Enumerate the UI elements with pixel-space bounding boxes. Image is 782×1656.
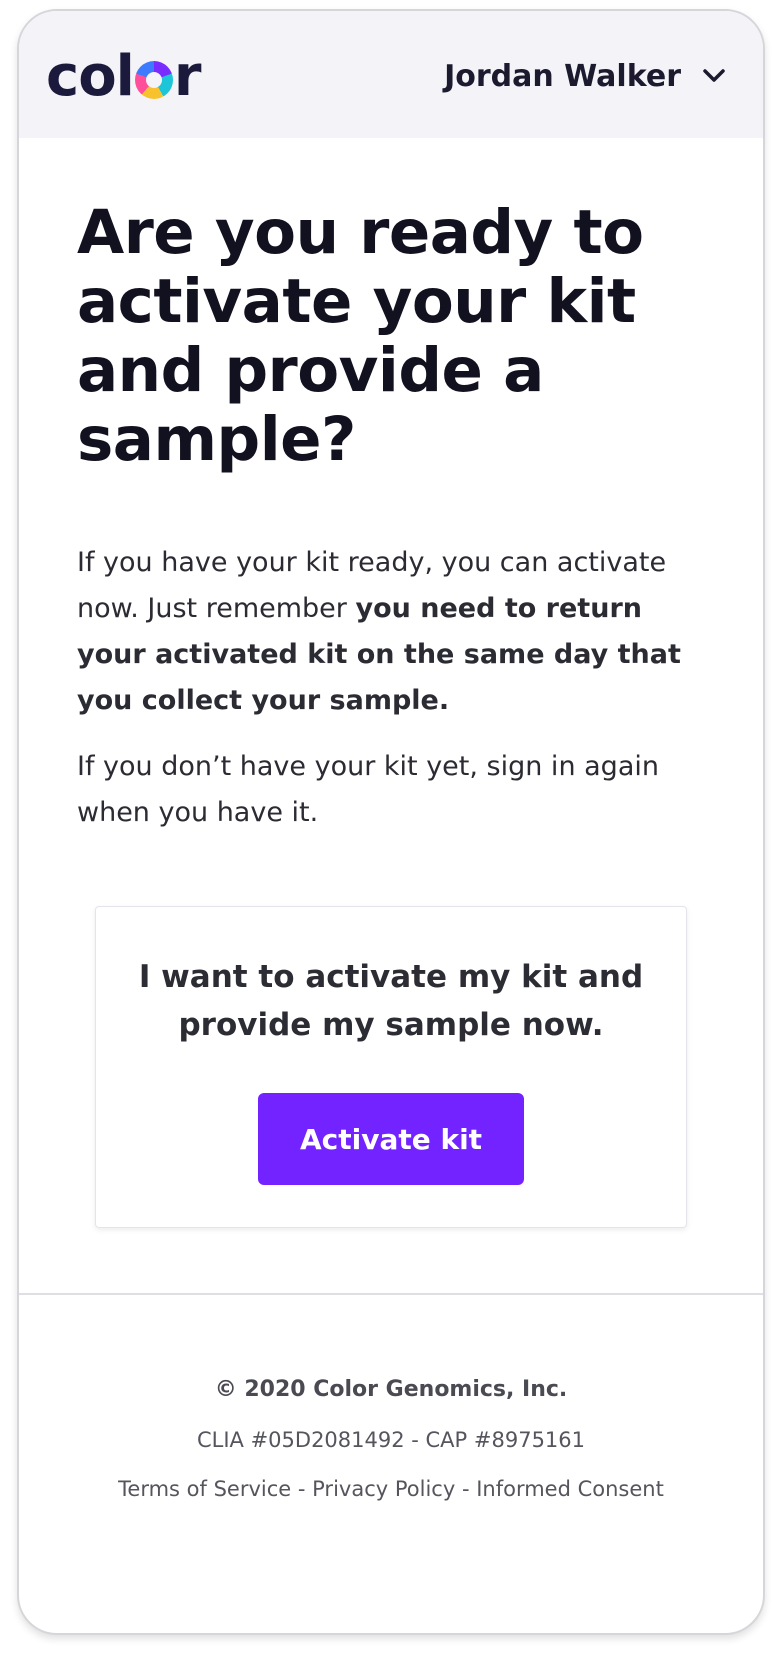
footer: © 2020 Color Genomics, Inc. CLIA #05D208… bbox=[19, 1295, 763, 1504]
privacy-policy-link[interactable]: Privacy Policy bbox=[312, 1477, 455, 1501]
activate-card: I want to activate my kit and provide my… bbox=[95, 906, 687, 1228]
logo-text-start: col bbox=[46, 44, 135, 109]
activate-kit-button[interactable]: Activate kit bbox=[258, 1093, 524, 1185]
logo-text-end: r bbox=[173, 44, 202, 109]
top-bar: col r Jordan Walker bbox=[19, 11, 763, 138]
user-name: Jordan Walker bbox=[444, 58, 681, 94]
main-content: Are you ready to activate your kit and p… bbox=[19, 138, 763, 1228]
certification-text: CLIA #05D2081492 - CAP #8975161 bbox=[196, 1428, 586, 1452]
chevron-down-icon bbox=[703, 69, 725, 82]
color-logo[interactable]: col r bbox=[46, 47, 201, 107]
app-frame: col r Jordan Walker Are you ready to acti… bbox=[17, 9, 765, 1635]
terms-of-service-link[interactable]: Terms of Service bbox=[118, 1477, 291, 1501]
link-separator: - bbox=[291, 1477, 313, 1501]
page-title: Are you ready to activate your kit and p… bbox=[77, 197, 644, 475]
no-kit-paragraph: If you don’t have your kit yet, sign in … bbox=[77, 751, 659, 828]
user-menu-button[interactable]: Jordan Walker bbox=[444, 51, 729, 101]
link-separator: - bbox=[455, 1477, 477, 1501]
copyright-text: © 2020 Color Genomics, Inc. bbox=[214, 1377, 568, 1402]
kit-ready-paragraph: If you have your kit ready, you can acti… bbox=[77, 540, 705, 724]
footer-links: Terms of Service - Privacy Policy - Info… bbox=[19, 1474, 763, 1504]
activate-card-text: I want to activate my kit and provide my… bbox=[138, 959, 644, 1043]
color-ring-logo-icon bbox=[134, 61, 173, 99]
informed-consent-link[interactable]: Informed Consent bbox=[476, 1477, 664, 1501]
